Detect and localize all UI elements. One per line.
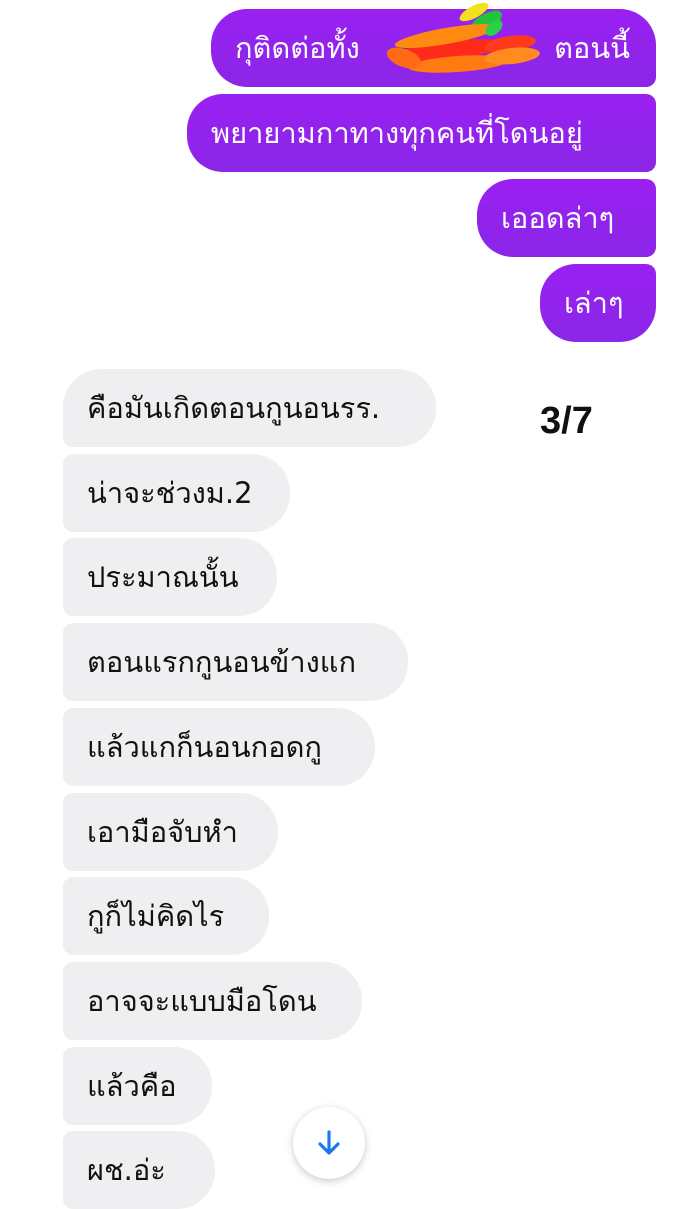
message-text: แล้วแกก็นอนกอดกู <box>87 730 322 764</box>
message-text: กูก็ไม่คิดไร <box>87 899 225 933</box>
outgoing-message[interactable]: เล่าๆ <box>540 264 656 342</box>
message-text: ตอนแรกกูนอนข้างแก <box>87 645 357 679</box>
chat-thread[interactable]: กุติดต่อทั้ง ตอนนี้ พยายามกาทางทุกคนที่โ… <box>0 0 685 1209</box>
message-text: เล่าๆ <box>564 286 624 320</box>
message-text: น่าจะช่วงม.2 <box>87 476 253 510</box>
outgoing-message[interactable]: กุติดต่อทั้ง ตอนนี้ <box>211 9 656 87</box>
message-text: กุติดต่อทั้ง <box>235 31 360 65</box>
message-text: พยายามกาทางทุกคนที่โดนอยู่ <box>211 116 583 150</box>
message-text: เอามือจับหำ <box>87 815 238 849</box>
incoming-message[interactable]: ประมาณนั้น <box>63 538 277 616</box>
page-counter: 3/7 <box>540 400 593 442</box>
incoming-message[interactable]: เอามือจับหำ <box>63 793 278 871</box>
message-text: เออดล่าๆ <box>501 201 615 235</box>
incoming-message[interactable]: แล้วแกก็นอนกอดกู <box>63 708 375 786</box>
incoming-message[interactable]: อาจจะแบบมือโดน <box>63 962 362 1040</box>
message-text: แล้วคือ <box>87 1069 177 1103</box>
outgoing-message[interactable]: เออดล่าๆ <box>477 179 656 257</box>
message-text-end: ตอนนี้ <box>554 31 630 65</box>
message-text: ผช.อ่ะ <box>87 1153 166 1187</box>
arrow-down-icon <box>318 1130 340 1155</box>
message-text: ประมาณนั้น <box>87 560 239 594</box>
incoming-message[interactable]: กูก็ไม่คิดไร <box>63 877 269 955</box>
incoming-message[interactable]: คือมันเกิดตอนกูนอนรร. <box>63 369 436 447</box>
incoming-message[interactable]: ตอนแรกกูนอนข้างแก <box>63 623 408 701</box>
incoming-message[interactable]: ผช.อ่ะ <box>63 1131 215 1209</box>
incoming-message[interactable]: น่าจะช่วงม.2 <box>63 454 290 532</box>
incoming-message[interactable]: แล้วคือ <box>63 1047 212 1125</box>
outgoing-message[interactable]: พยายามกาทางทุกคนที่โดนอยู่ <box>187 94 656 172</box>
message-text: อาจจะแบบมือโดน <box>87 984 317 1018</box>
scroll-to-bottom-button[interactable] <box>293 1107 365 1179</box>
message-text: คือมันเกิดตอนกูนอนรร. <box>87 391 381 425</box>
